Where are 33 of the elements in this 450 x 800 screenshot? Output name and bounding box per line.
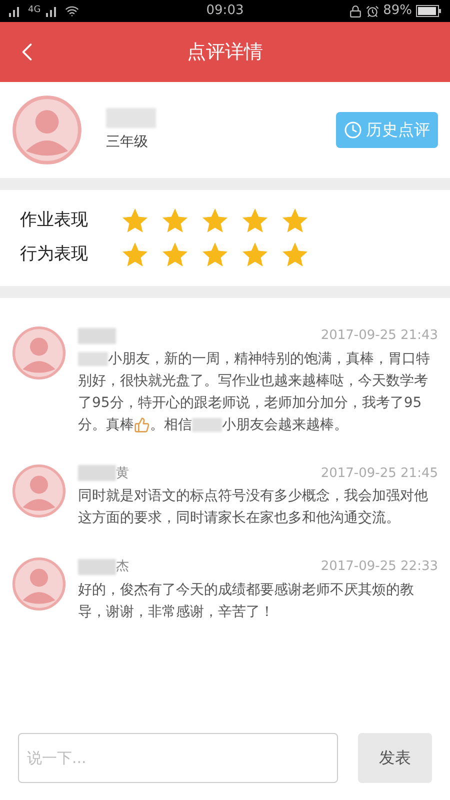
page-title: 点评详情 xyxy=(187,40,263,65)
commenter-name: 杰 xyxy=(116,558,129,576)
comment-time: 2017-09-25 22:33 xyxy=(320,558,438,576)
avatar-icon xyxy=(12,464,66,518)
lock-icon xyxy=(349,4,362,18)
redacted-name xyxy=(78,558,116,575)
redacted-name xyxy=(192,418,222,432)
comment-text: 小朋友，新的一周，精神特别的饱满，真棒，胃口特别好，很快就光盘了。写作业也越来越棒哒，今天数学考了95分，特开心的跟老师说，老师加分加分，我考了95分。真棒 。相信 小朋友会越来越棒。 xyxy=(78,350,431,434)
avatar-icon xyxy=(12,326,66,380)
redacted-name xyxy=(106,108,156,128)
comment-text: 同时就是对语文的标点符号没有多少概念，我会加强对他这方面的要求，同时请家长在家也多和他沟通交流。 xyxy=(78,487,429,528)
clock-icon xyxy=(344,121,362,139)
redacted-name xyxy=(78,465,116,482)
clock-time: 09:03 xyxy=(206,2,244,20)
battery-icon xyxy=(416,5,442,17)
wifi-icon xyxy=(64,4,79,18)
thumbs-up-icon xyxy=(134,416,150,432)
grade-label: 三年级 xyxy=(106,132,149,152)
redacted-name xyxy=(78,328,116,344)
commenter-name: 黄 xyxy=(116,464,129,482)
comment-text: 好的，俊杰有了今天的成绩都要感谢老师不厌其烦的教导，谢谢，非常感谢，辛苦了！ xyxy=(78,580,415,622)
redacted-name xyxy=(78,352,108,366)
avatar-icon xyxy=(12,95,82,165)
rating-label: 行为表现 xyxy=(20,243,89,266)
rating-label: 作业表现 xyxy=(20,209,89,232)
alarm-icon xyxy=(366,4,380,18)
comment-time: 2017-09-25 21:45 xyxy=(320,464,438,482)
comment-time: 2017-09-25 21:43 xyxy=(320,327,438,345)
comment-input[interactable]: 说一下... xyxy=(18,733,338,783)
send-button[interactable]: 发表 xyxy=(358,733,432,783)
avatar-icon xyxy=(12,557,66,611)
battery-level: 89% xyxy=(383,2,412,20)
network-label: 4G xyxy=(28,4,41,18)
